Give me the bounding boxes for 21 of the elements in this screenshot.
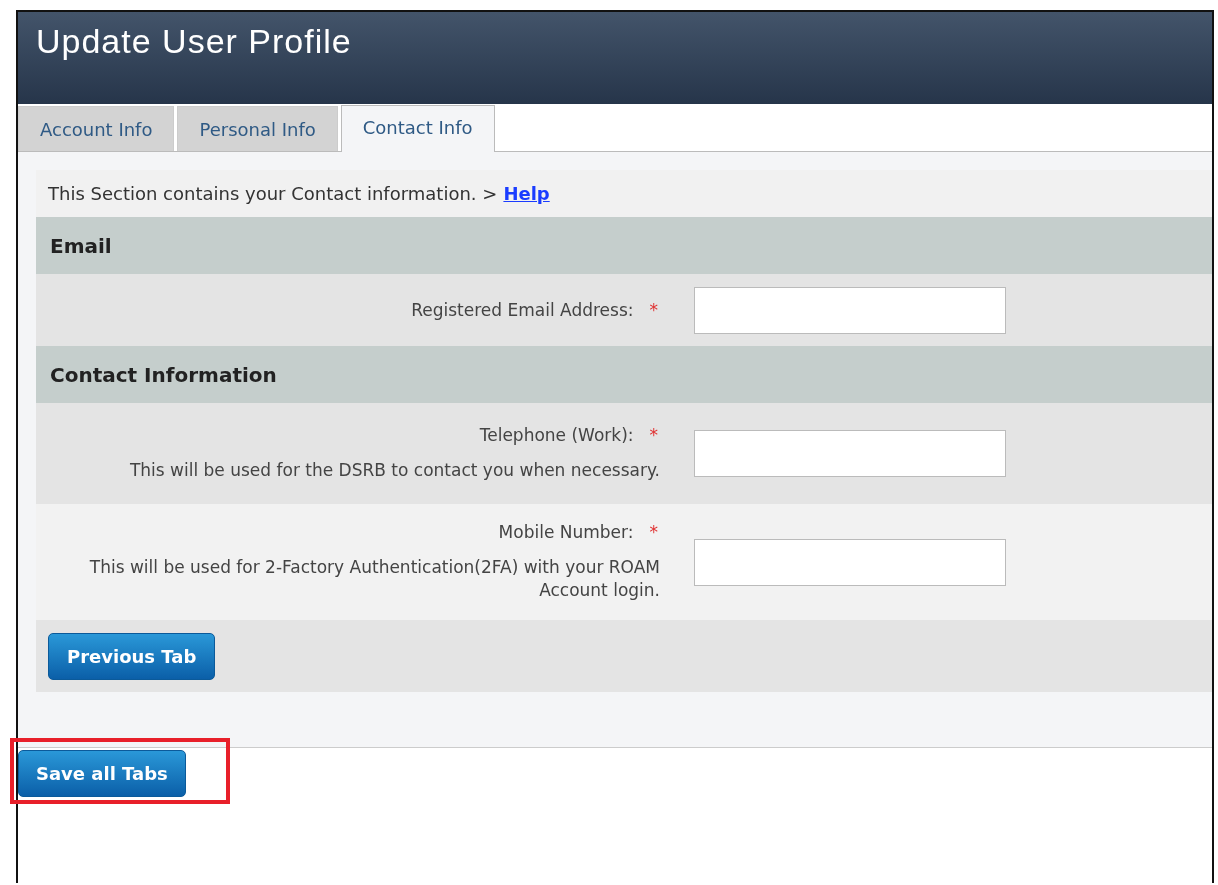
- required-mark: *: [649, 300, 658, 320]
- field-label: Mobile Number:: [498, 522, 634, 542]
- input-field[interactable]: [694, 430, 1006, 477]
- field-label: Telephone (Work):: [479, 425, 634, 445]
- input-field[interactable]: [694, 538, 1006, 586]
- previous-tab-button[interactable]: Previous Tab: [48, 632, 216, 680]
- section-title: Email: [50, 233, 112, 258]
- field-hint: This will be used for 2-Factory Authentication(2FA) with your ROAM Account login.: [88, 556, 660, 602]
- tab[interactable]: Personal Info: [177, 106, 338, 151]
- section-title: Contact Information: [50, 362, 277, 387]
- required-mark: *: [649, 425, 658, 445]
- intro-text: This Section contains your Contact information. >: [48, 183, 498, 204]
- tab[interactable]: Account Info: [18, 106, 175, 151]
- save-button[interactable]: Save all Tabs: [18, 750, 186, 797]
- page-title: Update User Profile: [36, 22, 352, 60]
- help-link[interactable]: Help: [503, 183, 550, 204]
- tab[interactable]: Contact Info: [340, 105, 495, 152]
- field-label: Registered Email Address:: [411, 300, 634, 320]
- input-field[interactable]: [694, 286, 1006, 334]
- field-hint: This will be used for the DSRB to contact you when necessary.: [128, 459, 660, 482]
- required-mark: *: [649, 522, 658, 542]
